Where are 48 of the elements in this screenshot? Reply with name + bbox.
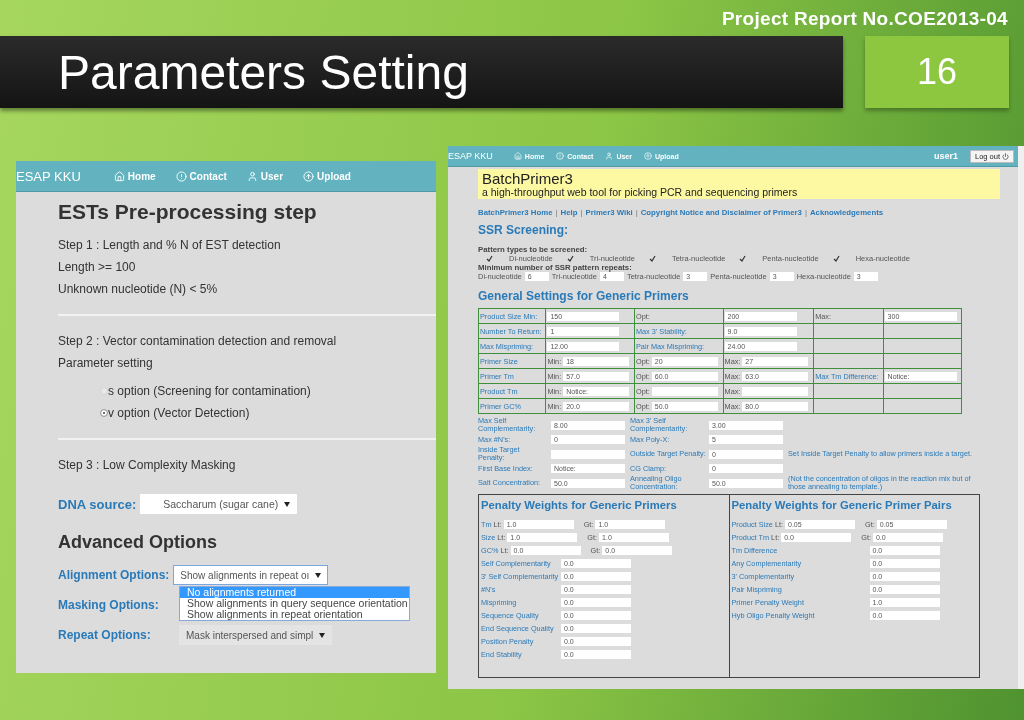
slide-title: Parameters Setting <box>58 44 469 100</box>
dna-source-select[interactable]: Saccharum (sugar cane) <box>140 494 298 514</box>
caret-icon <box>284 501 291 507</box>
radio-button[interactable] <box>100 409 108 417</box>
arrow-circle-icon <box>303 170 315 182</box>
home-icon <box>513 152 522 160</box>
alert-icon <box>175 170 187 182</box>
input-field[interactable] <box>651 386 718 396</box>
user-icon <box>246 170 258 182</box>
checkbox[interactable] <box>566 255 574 262</box>
checkbox[interactable] <box>486 255 493 262</box>
input-field[interactable] <box>551 449 625 459</box>
arrow-circle-icon <box>643 152 652 160</box>
section-heading: Advanced Options <box>58 532 219 553</box>
page-number: 16 <box>865 36 1009 108</box>
step-text: Step 1 : Length and % N of EST detection <box>58 237 282 254</box>
alert-icon <box>556 152 565 160</box>
section-heading: SSR Screening: <box>478 223 570 237</box>
app-title: BatchPrimer3 <box>482 170 574 187</box>
option-select[interactable]: Mask interspersed and simpl <box>179 625 333 645</box>
caret-icon <box>319 632 326 638</box>
user-icon <box>605 152 614 160</box>
option-select[interactable]: Show alignments in repeat oı <box>173 565 329 585</box>
radio-label: s option (Screening for contamination) <box>108 383 311 400</box>
field-label: Masking Options: <box>58 598 159 612</box>
field-label: Alignment Options: <box>58 568 170 582</box>
input-field[interactable] <box>742 386 809 396</box>
checkbox[interactable] <box>648 255 656 262</box>
section-heading: Penalty Weights for Generic Primers <box>481 499 678 511</box>
caret-icon <box>315 572 322 578</box>
step-text: Length >= 100 <box>58 259 137 276</box>
radio-label: v option (Vector Detection) <box>108 405 250 422</box>
step-text: Step 3 : Low Complexity Masking <box>58 457 237 474</box>
home-icon <box>113 170 125 182</box>
step-text: Parameter setting <box>58 355 154 372</box>
step-text: Step 2 : Vector contamination detection and removal <box>58 333 338 350</box>
field-label: DNA source: <box>58 496 137 512</box>
field-label: Repeat Options: <box>58 628 151 642</box>
step-text: Unknown nucleotide (N) < 5% <box>58 281 219 298</box>
section-heading: General Settings for Generic Primers <box>478 289 690 303</box>
app-subtitle: a high-throughput web tool for picking PCR and sequencing primers <box>482 187 799 198</box>
page-heading: ESTs Pre-processing step <box>58 200 318 224</box>
report-number: Project Report No.COE2013-04 <box>721 8 1008 30</box>
power-icon <box>1002 152 1009 160</box>
checkbox[interactable] <box>832 255 840 262</box>
checkbox[interactable] <box>739 255 747 262</box>
section-heading: Penalty Weights for Generic Primer Pairs <box>731 499 953 511</box>
user-name: user1 <box>933 151 958 161</box>
